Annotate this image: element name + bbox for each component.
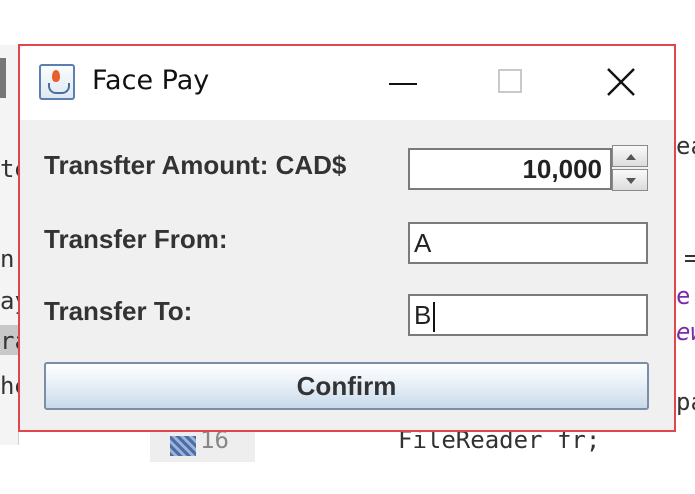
transfer-from-field[interactable]: A <box>408 222 648 264</box>
face-pay-window: Face Pay Transfter Amount: CAD$ 10,000 T… <box>18 44 676 432</box>
chevron-down-icon <box>626 178 636 184</box>
window-title: Face Pay <box>92 65 210 96</box>
ide-text-fragment: n <box>0 245 15 273</box>
ide-text-fragment: e[ <box>676 282 695 310</box>
minimize-button[interactable] <box>389 83 417 85</box>
spinner-down-button[interactable] <box>612 169 648 191</box>
transfer-to-label: Transfer To: <box>44 296 193 326</box>
close-icon <box>607 68 635 96</box>
ide-text-fragment: = <box>684 244 695 272</box>
transfer-to-field[interactable]: B <box>408 294 648 336</box>
java-cup-icon <box>39 64 75 100</box>
ide-text-fragment: pa <box>676 388 695 416</box>
form-panel: Transfter Amount: CAD$ 10,000 Transfer F… <box>20 120 674 432</box>
amount-spinner-input[interactable]: 10,000 <box>408 148 612 190</box>
ide-bookmark-marker <box>170 436 196 456</box>
ide-text-fragment: ew <box>676 318 695 346</box>
close-button[interactable] <box>605 66 637 98</box>
amount-label: Transfter Amount: CAD$ <box>44 150 347 180</box>
text-caret <box>433 302 436 333</box>
spinner-up-button[interactable] <box>612 145 648 167</box>
transfer-to-value: B <box>414 300 432 330</box>
transfer-from-label: Transfer From: <box>44 224 228 254</box>
ide-text-fragment: ea <box>676 132 695 160</box>
amount-spinner-buttons <box>612 145 650 193</box>
ide-left-marker <box>0 58 6 98</box>
title-bar[interactable]: Face Pay <box>20 46 674 120</box>
chevron-up-icon <box>626 154 636 160</box>
confirm-button[interactable]: Confirm <box>44 362 649 410</box>
maximize-button[interactable] <box>498 69 522 93</box>
